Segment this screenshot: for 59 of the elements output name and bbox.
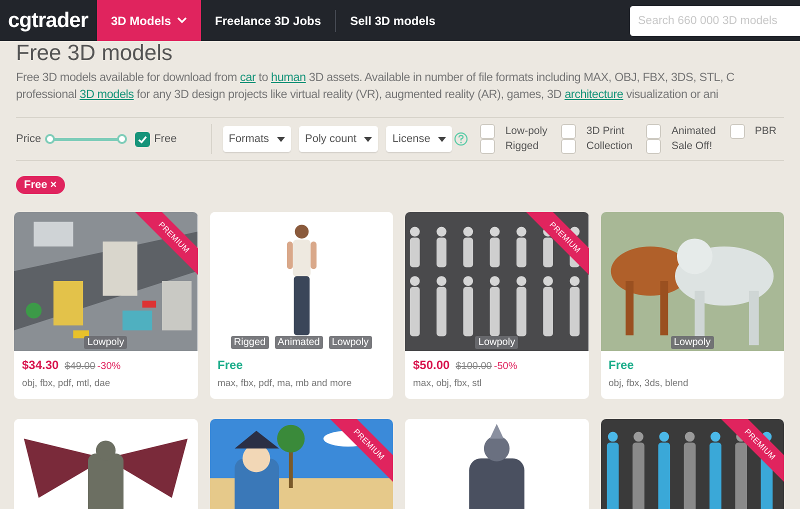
page-title: Free 3D models <box>16 40 174 66</box>
checkbox-label: PBR <box>754 124 776 139</box>
slider-handle[interactable] <box>117 134 128 144</box>
checkbox[interactable] <box>646 139 662 154</box>
price: Free <box>218 357 243 374</box>
tag: Animated <box>274 336 323 349</box>
slider-handle[interactable] <box>45 134 56 144</box>
file-formats: max, fbx, pdf, ma, mb and more <box>218 377 353 391</box>
price-slider[interactable] <box>45 134 128 144</box>
caret-icon <box>277 136 286 142</box>
discount: -50% <box>494 360 518 374</box>
checkbox[interactable] <box>135 132 150 146</box>
filter-chip[interactable]: Free × <box>16 176 65 194</box>
tag: Lowpoly <box>328 336 372 349</box>
nav-tab[interactable]: Freelance 3D Jobs <box>201 0 336 41</box>
description: Free 3D models available for download from car to human 3D assets. Available in number of file formats including MAX, OBJ, FBX, 3DS, STL, C professional 3D models for any 3D design projects like virtual reality (VR), augmented reality (AR), games, 3D architecture visualization or ani <box>16 69 736 103</box>
price: Free <box>608 357 634 374</box>
checkbox[interactable] <box>561 124 576 139</box>
free-label: Free <box>154 132 177 147</box>
file-formats: obj, fbx, pdf, mtl, dae <box>22 377 112 391</box>
dropdown-button[interactable]: License <box>386 126 452 152</box>
logo[interactable]: cgtrader <box>0 4 97 36</box>
checkbox-label: Collection <box>586 138 632 154</box>
checkbox-label: Rigged <box>505 138 539 154</box>
text-link[interactable]: human <box>271 70 306 84</box>
caret-icon <box>364 136 372 142</box>
price: $50.00 <box>413 357 450 374</box>
model-card[interactable]: Rigged Animated Lowpoly Free max, fbx, pdf, ma, mb and more <box>210 212 393 400</box>
check-icon <box>137 134 148 144</box>
checkbox-label: Sale Off! <box>671 138 712 154</box>
tag: Lowpoly <box>670 336 714 349</box>
dropdown-button[interactable]: Formats <box>222 126 292 152</box>
discount: -30% <box>97 360 121 374</box>
dropdown-button[interactable]: Poly count <box>299 126 378 152</box>
price: $34.30 <box>22 357 59 374</box>
help-icon[interactable] <box>454 132 468 146</box>
price-label: Price <box>16 132 42 147</box>
model-card[interactable]: Lowpoly Free obj, fbx, 3ds, blend <box>600 212 784 400</box>
text-link[interactable]: architecture <box>564 87 624 101</box>
checkbox[interactable] <box>480 139 496 154</box>
checkbox[interactable] <box>561 139 576 154</box>
tag: Lowpoly <box>84 336 128 349</box>
caret-icon <box>438 136 446 142</box>
file-formats: obj, fbx, 3ds, blend <box>608 377 690 391</box>
checkbox[interactable] <box>480 124 496 139</box>
nav-tab[interactable]: Sell 3D models <box>336 0 450 41</box>
file-formats: max, obj, fbx, stl <box>413 377 483 391</box>
tag: Rigged <box>230 336 269 349</box>
text-link[interactable]: 3D models <box>80 87 134 101</box>
checkbox-label: Animated <box>671 124 716 139</box>
nav-tab[interactable]: 3D Models <box>97 0 202 41</box>
checkbox-label: Low-poly <box>505 124 548 139</box>
text-link[interactable]: car <box>240 70 256 84</box>
tag: Lowpoly <box>475 336 518 349</box>
checkbox-label: 3D Print <box>586 124 624 139</box>
old-price: $49.00 <box>64 360 96 374</box>
old-price: $100.00 <box>456 360 492 374</box>
checkbox[interactable] <box>646 124 662 139</box>
checkbox[interactable] <box>730 124 745 139</box>
